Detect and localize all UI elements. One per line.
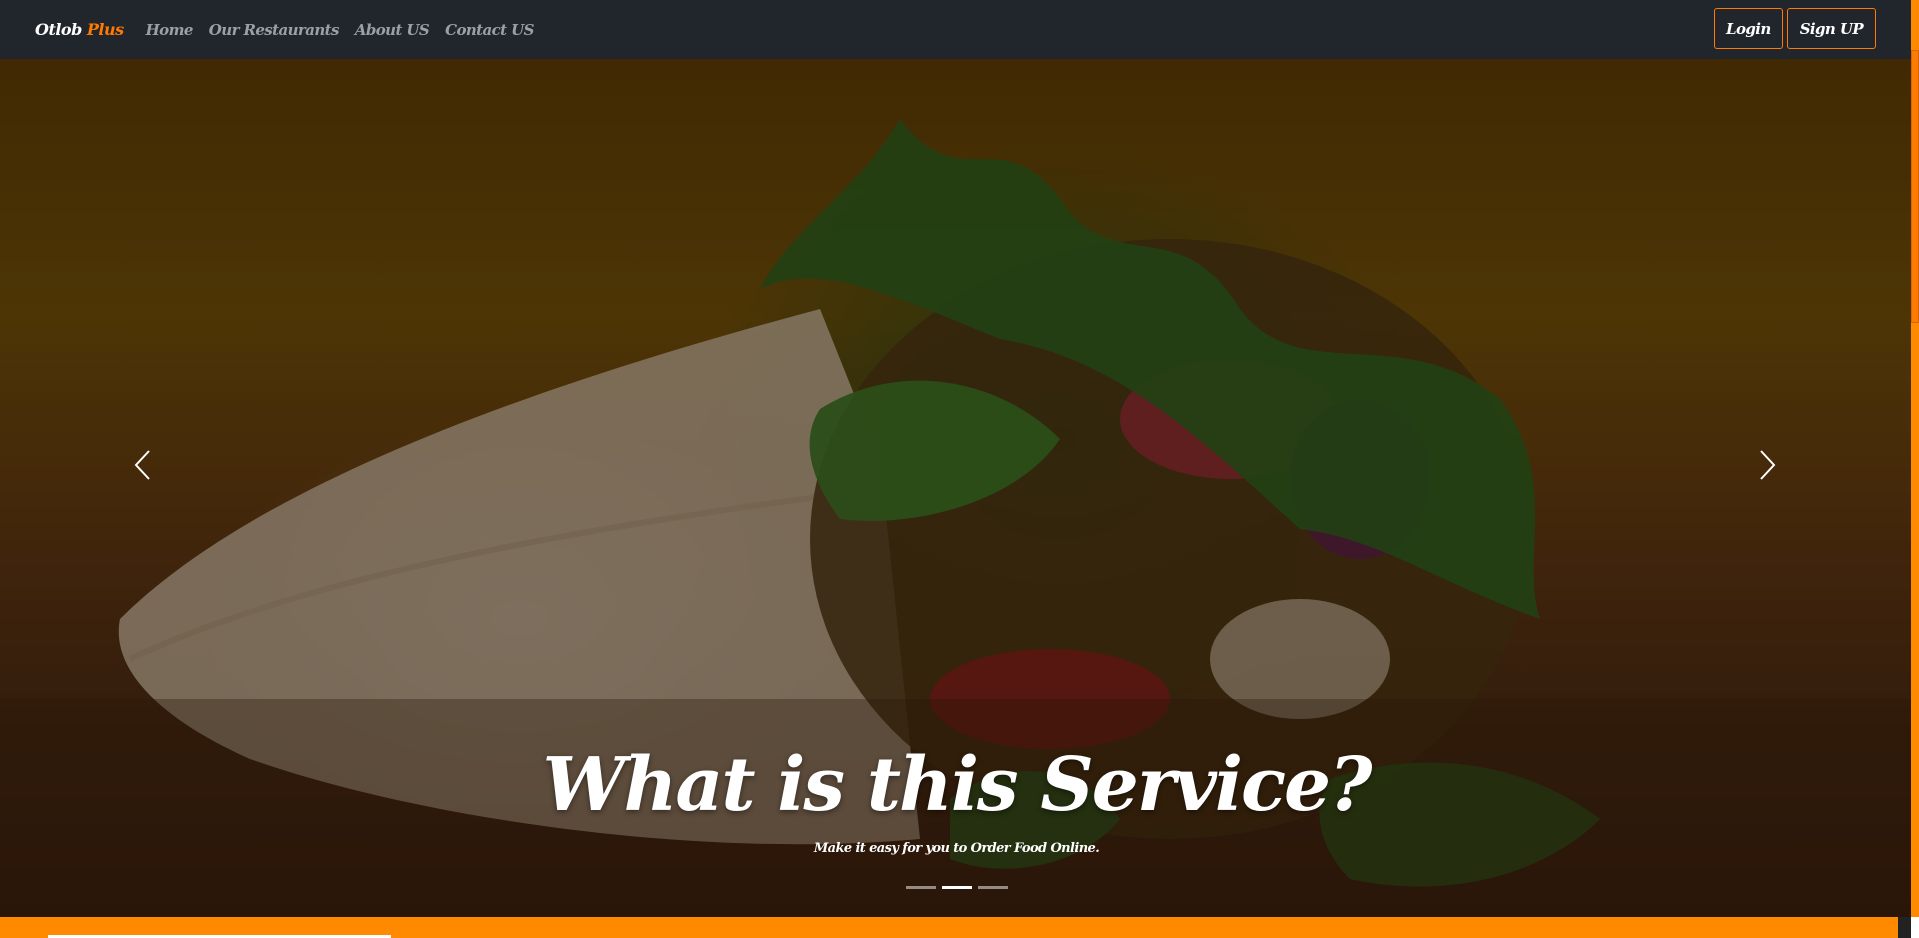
carousel-prev-button[interactable] [128,435,158,495]
carousel-next-button[interactable] [1752,435,1782,495]
scrollbar-thumb[interactable] [1911,50,1919,323]
chevron-left-icon [134,450,150,480]
signup-button[interactable]: Sign UP [1786,8,1876,49]
carousel-indicator-3[interactable] [977,886,1008,889]
scrollbar-corner [1898,917,1919,938]
orange-section-strip [0,917,1898,938]
nav-link-about-us[interactable]: About US [355,21,430,39]
hero-subtitle: Make it easy for you to Order Food Onlin… [813,841,1100,856]
carousel-indicator-1[interactable] [905,886,936,889]
page: Otlob Plus Home Our Restaurants About US… [0,0,1919,938]
hero-title: What is this Service? [542,742,1373,828]
brand-name: Otlob [35,20,82,39]
navbar: Otlob Plus Home Our Restaurants About US… [0,0,1913,59]
carousel-indicators [0,886,1913,889]
login-button[interactable]: Login [1714,8,1783,49]
nav-actions: Login Sign UP [1714,8,1876,49]
page-scrollbar[interactable] [1911,0,1919,917]
nav-link-our-restaurants[interactable]: Our Restaurants [209,21,340,39]
carousel-indicator-2[interactable] [941,886,972,889]
nav-link-home[interactable]: Home [146,21,194,39]
nav-link-contact-us[interactable]: Contact US [445,21,534,39]
brand-accent: Plus [86,20,124,39]
hero-caption: What is this Service? Make it easy for y… [0,740,1913,856]
brand-logo[interactable]: Otlob Plus [35,20,124,39]
hero-carousel: What is this Service? Make it easy for y… [0,59,1913,917]
nav-links: Home Our Restaurants About US Contact US [146,21,535,39]
chevron-right-icon [1760,450,1776,480]
